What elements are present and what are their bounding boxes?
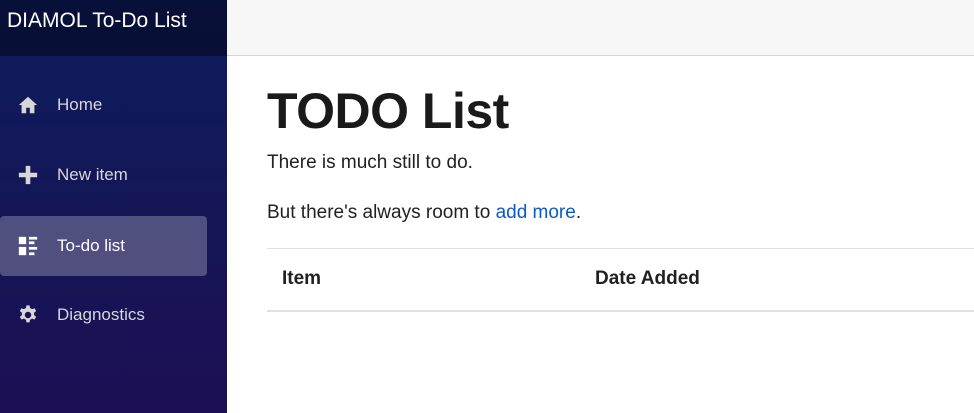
top-bar (227, 0, 974, 56)
todo-table: Item Date Added (267, 248, 974, 312)
list-icon (17, 235, 39, 257)
intro-text: There is much still to do. (267, 152, 473, 173)
column-header-date-added: Date Added (580, 248, 974, 312)
add-more-link[interactable]: add more (496, 202, 576, 223)
brand-bar: DIAMOL To-Do List (0, 0, 227, 56)
add-more-paragraph: But there's always room to add more. (267, 202, 581, 224)
page-title: TODO List (267, 83, 509, 139)
sidebar-item-home[interactable]: Home (0, 75, 207, 135)
add-more-suffix: . (575, 202, 582, 223)
plus-icon (17, 164, 39, 186)
sidebar-item-diagnostics[interactable]: Diagnostics (0, 285, 207, 345)
sidebar-item-label: Diagnostics (57, 305, 145, 324)
sidebar: DIAMOL To-Do List Home New item To-do li… (0, 0, 227, 413)
sidebar-item-label: Home (57, 95, 103, 114)
sidebar-item-label: New item (57, 165, 128, 184)
app-brand[interactable]: DIAMOL To-Do List (7, 9, 187, 33)
table-header-row: Item Date Added (267, 248, 974, 312)
gear-icon (17, 304, 39, 326)
column-header-item: Item (267, 248, 580, 312)
add-more-prefix: But there's always room to (267, 202, 496, 223)
sidebar-item-label: To-do list (57, 236, 126, 255)
sidebar-item-todo-list[interactable]: To-do list (0, 216, 207, 276)
sidebar-item-new-item[interactable]: New item (0, 145, 207, 205)
home-icon (17, 94, 39, 116)
